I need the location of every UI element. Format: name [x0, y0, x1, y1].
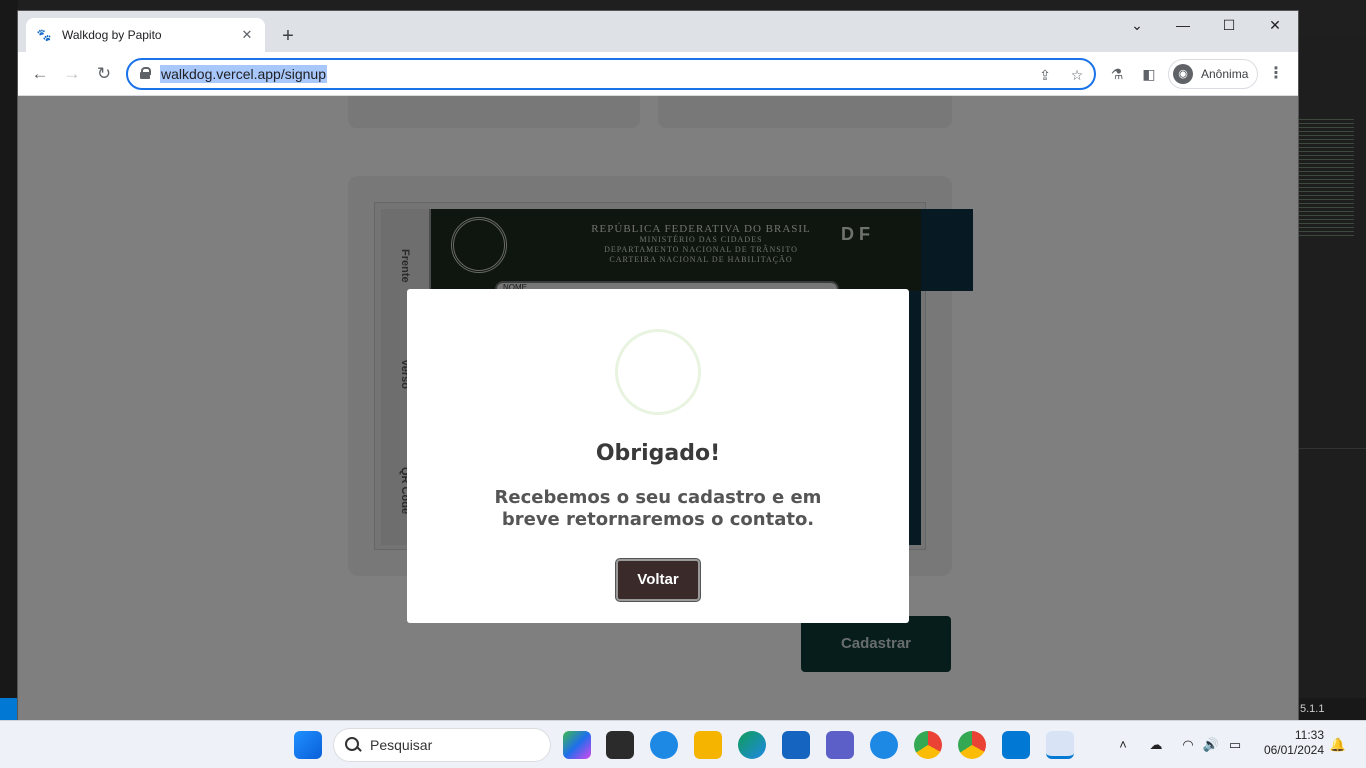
store-icon[interactable] [782, 731, 810, 759]
search-icon [344, 736, 362, 754]
address-bar[interactable]: walkdog.vercel.app/signup ⇪ ☆ [126, 58, 1096, 90]
notification-bell-icon[interactable]: 🔔 [1328, 735, 1348, 755]
minimize-icon[interactable]: — [1160, 11, 1206, 41]
tab-title: Walkdog by Papito [62, 28, 162, 42]
vscode-status-version: 5.1.1 [1298, 698, 1366, 720]
new-tab-plus-icon[interactable]: + [276, 25, 300, 49]
vscode-panel-header [1298, 448, 1366, 478]
reload-icon[interactable]: ↻ [92, 62, 116, 86]
windows-start-icon[interactable] [294, 731, 322, 759]
copilot-icon[interactable] [563, 731, 591, 759]
bookmark-star-icon[interactable]: ☆ [1066, 64, 1088, 86]
clock-time: 11:33 [1294, 728, 1324, 742]
file-explorer-icon[interactable] [694, 731, 722, 759]
battery-icon[interactable]: ▭ [1225, 735, 1245, 755]
chrome-incognito-active-icon[interactable] [1046, 731, 1074, 759]
cloud-offline-icon[interactable]: ☁ [1146, 735, 1166, 755]
tab-search-chevron-icon[interactable]: ⌄ [1114, 11, 1160, 41]
back-arrow-icon[interactable]: ← [28, 62, 52, 86]
lock-icon[interactable] [140, 67, 151, 79]
profile-label: Anônima [1201, 67, 1249, 81]
forward-arrow-icon[interactable]: → [60, 62, 84, 86]
taskbar-search[interactable]: Pesquisar [333, 728, 551, 762]
vscode-editor-panel: 5.1.1 [1298, 36, 1366, 720]
vscode-remote-indicator[interactable] [0, 698, 18, 720]
browser-toolbar: ← → ↻ walkdog.vercel.app/signup ⇪ ☆ ⚗ ◧ … [18, 52, 1298, 96]
success-modal: Obrigado! Recebemos o seu cadastro e em … [407, 289, 909, 623]
extension-lab-icon[interactable]: ⚗ [1106, 63, 1128, 85]
teams-icon[interactable] [826, 731, 854, 759]
wifi-icon[interactable]: ◠ [1178, 735, 1198, 755]
success-check-icon [615, 329, 701, 415]
clock-date: 06/01/2024 [1263, 743, 1324, 757]
taskbar-clock[interactable]: 11:33 06/01/2024 [1252, 728, 1324, 758]
side-panel-icon[interactable]: ◧ [1138, 63, 1160, 85]
chrome-window: 🐾 Walkdog by Papito ✕ + ⌄ — ☐ ✕ ← → ↻ wa… [18, 11, 1298, 720]
close-window-icon[interactable]: ✕ [1252, 11, 1298, 41]
volume-icon[interactable]: 🔊 [1201, 735, 1221, 755]
voltar-button[interactable]: Voltar [616, 559, 700, 601]
vscode-activity-bar [0, 0, 18, 720]
windows-taskbar: Pesquisar ˄ ☁ ◠ 🔊 ▭ 11:33 06/01/2024 🔔 [0, 720, 1366, 768]
app-icon[interactable] [870, 731, 898, 759]
search-placeholder: Pesquisar [370, 737, 433, 753]
incognito-icon: ◉ [1173, 64, 1193, 84]
incognito-profile-button[interactable]: ◉ Anônima [1168, 59, 1258, 89]
tab-strip: 🐾 Walkdog by Papito ✕ + ⌄ — ☐ ✕ [18, 11, 1298, 52]
walkdog-favicon-icon: 🐾 [36, 28, 52, 42]
edge-icon[interactable] [738, 731, 766, 759]
chrome-icon-2[interactable] [958, 731, 986, 759]
vscode-minimap [1298, 116, 1354, 236]
maximize-icon[interactable]: ☐ [1206, 11, 1252, 41]
task-view-icon[interactable] [606, 731, 634, 759]
chrome-icon-1[interactable] [914, 731, 942, 759]
share-icon[interactable]: ⇪ [1034, 64, 1056, 86]
vscode-icon[interactable] [1002, 731, 1030, 759]
onedrive-upload-icon[interactable] [650, 731, 678, 759]
modal-message: Recebemos o seu cadastro e em breve reto… [494, 487, 822, 530]
tab-walkdog[interactable]: 🐾 Walkdog by Papito ✕ [26, 18, 265, 52]
page-viewport: Frente Verso QR Code REPÚBLICA FEDERATIV… [18, 96, 1298, 720]
url-text[interactable]: walkdog.vercel.app/signup [160, 65, 327, 83]
chrome-menu-icon[interactable]: ⋮ [1266, 63, 1286, 85]
close-tab-icon[interactable]: ✕ [239, 27, 255, 43]
modal-title: Obrigado! [595, 441, 721, 466]
tray-chevron-up-icon[interactable]: ˄ [1113, 735, 1133, 755]
